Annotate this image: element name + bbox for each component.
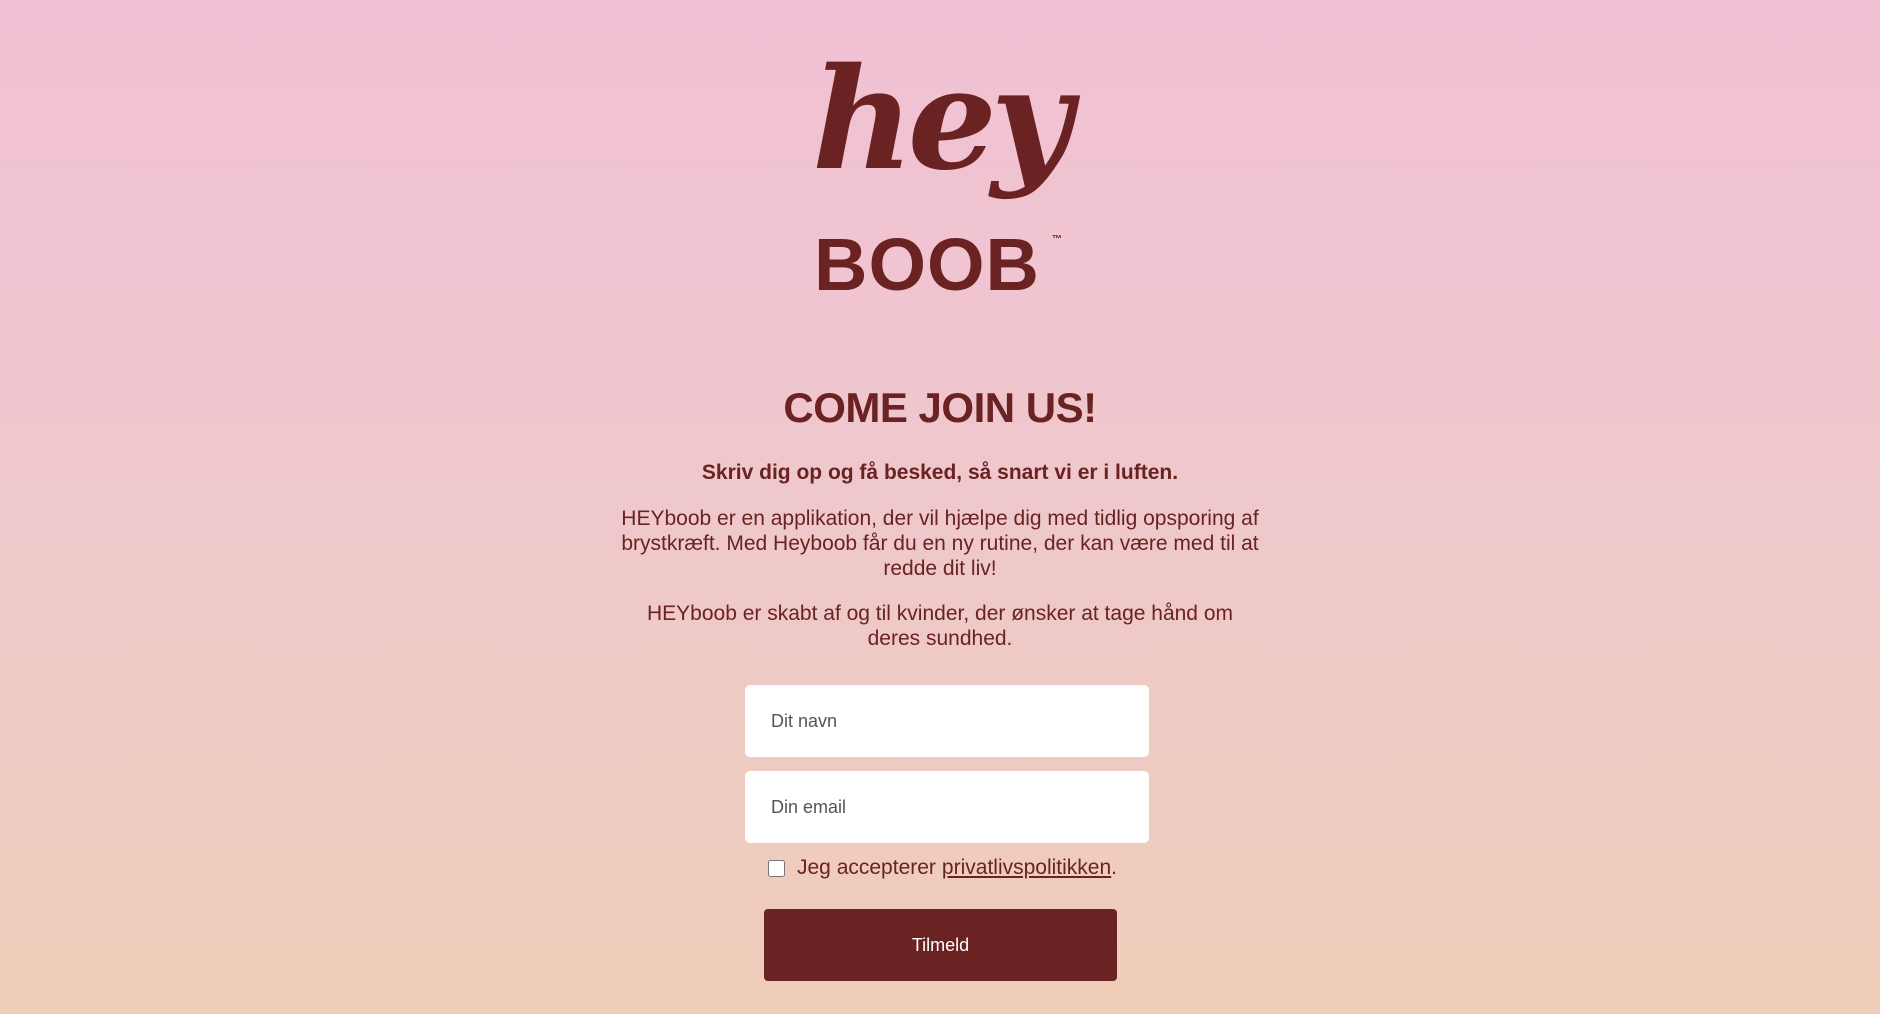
consent-row: Jeg accepterer privatlivspolitikken. <box>768 856 1117 880</box>
consent-label: Jeg accepterer <box>797 856 936 879</box>
logo-trademark: ™ <box>1052 234 1062 245</box>
name-field[interactable] <box>745 685 1149 757</box>
logo-boob-text: BOOB <box>814 223 1040 306</box>
submit-button[interactable]: Tilmeld <box>764 909 1117 981</box>
privacy-policy-link[interactable]: privatlivspolitikken <box>942 856 1111 880</box>
logo-hey-text: hey <box>812 38 1072 202</box>
intro-paragraph-1: HEYboob er en applikation, der vil hjælp… <box>621 507 1259 580</box>
page-title: COME JOIN US! <box>783 384 1097 431</box>
consent-suffix: . <box>1111 856 1117 879</box>
email-field[interactable] <box>745 771 1149 843</box>
intro-paragraph-2: HEYboob er skabt af og til kvinder, der … <box>647 602 1233 650</box>
page-subtitle: Skriv dig op og få besked, så snart vi e… <box>701 461 1179 484</box>
consent-checkbox[interactable] <box>768 859 785 877</box>
